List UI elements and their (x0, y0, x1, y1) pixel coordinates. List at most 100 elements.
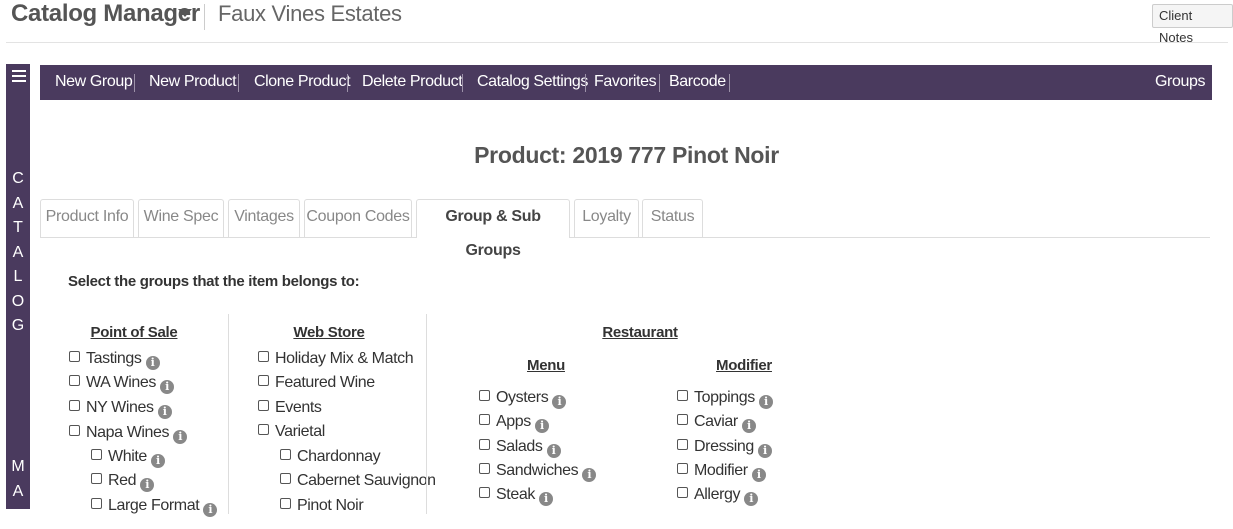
header-divider-line (6, 42, 1228, 43)
list-item[interactable]: Varietal (258, 421, 325, 443)
header-divider (204, 4, 205, 30)
checkbox[interactable] (69, 374, 80, 386)
list-item[interactable]: Modifier i (677, 460, 766, 482)
info-icon[interactable]: i (552, 395, 567, 409)
checkbox[interactable] (479, 389, 490, 401)
info-icon[interactable]: i (173, 430, 188, 444)
info-icon[interactable]: i (751, 468, 766, 482)
list-item[interactable]: NY Wines i (69, 397, 172, 419)
checkbox[interactable] (258, 399, 269, 411)
info-icon[interactable]: i (744, 492, 759, 506)
list-item[interactable]: WA Wines i (69, 372, 174, 394)
checkbox[interactable] (280, 472, 291, 484)
clone-product-button[interactable]: Clone Product (254, 65, 351, 100)
list-item[interactable]: Cabernet Sauvignon (280, 470, 436, 492)
checkbox[interactable] (280, 497, 291, 509)
side-label-letter: N (12, 507, 24, 524)
catalog-settings-button[interactable]: Catalog Settings (477, 65, 588, 100)
checkbox[interactable] (280, 448, 291, 460)
list-item[interactable]: Tastings i (69, 348, 160, 370)
checkbox-label: Caviar (694, 413, 738, 430)
list-item[interactable]: Dressing i (677, 436, 772, 458)
list-item[interactable]: Allergy i (677, 484, 759, 506)
tab-wine-spec[interactable]: Wine Spec (138, 199, 224, 237)
list-item[interactable]: Sandwiches i (479, 460, 597, 482)
list-item[interactable]: Toppings i (677, 387, 773, 409)
list-item[interactable]: White i (91, 446, 165, 468)
info-icon[interactable]: i (741, 419, 756, 433)
toolbar-separator (134, 74, 135, 92)
checkbox[interactable] (258, 350, 269, 362)
new-group-button[interactable]: New Group (55, 65, 133, 100)
tab-status[interactable]: Status (642, 199, 703, 237)
checkbox[interactable] (69, 399, 80, 411)
new-product-button[interactable]: New Product (149, 65, 237, 100)
info-icon[interactable]: i (150, 454, 165, 468)
list-item[interactable]: Napa Wines i (69, 422, 188, 444)
favorites-button[interactable]: Favorites (594, 65, 657, 100)
info-icon[interactable]: i (145, 356, 160, 370)
list-item[interactable]: Chardonnay (280, 446, 381, 468)
info-icon[interactable]: i (582, 468, 597, 482)
checkbox[interactable] (258, 374, 269, 386)
tab-coupon-codes[interactable]: Coupon Codes (304, 199, 412, 237)
side-label-letter: T (13, 219, 23, 236)
barcode-button[interactable]: Barcode (669, 65, 726, 100)
checkbox[interactable] (677, 413, 688, 425)
checkbox[interactable] (91, 448, 102, 460)
side-label-letter: A (12, 194, 24, 212)
list-item[interactable]: Steak i (479, 484, 553, 506)
info-icon[interactable]: i (203, 503, 218, 517)
info-icon[interactable]: i (157, 405, 172, 419)
delete-product-button[interactable]: Delete Product (362, 65, 463, 100)
checkbox[interactable] (479, 486, 490, 498)
list-item[interactable]: Pinot Noir (280, 495, 364, 517)
list-item[interactable]: Featured Wine (258, 372, 375, 394)
checkbox[interactable] (677, 438, 688, 450)
app-title-menu[interactable]: Catalog Manager (11, 0, 200, 28)
list-item[interactable]: Salads i (479, 436, 561, 458)
tab-vintages[interactable]: Vintages (228, 199, 300, 237)
checkbox[interactable] (479, 413, 490, 425)
info-icon[interactable]: i (140, 478, 155, 492)
checkbox-label: Steak (496, 486, 535, 503)
tab-loyalty[interactable]: Loyalty (574, 199, 639, 237)
tab-product-info[interactable]: Product Info (40, 199, 134, 237)
info-icon[interactable]: i (534, 419, 549, 433)
info-icon[interactable]: i (757, 444, 772, 458)
checkbox-label: Chardonnay (297, 448, 381, 465)
hamburger-menu-icon[interactable] (12, 70, 26, 85)
client-notes-button[interactable]: Client Notes (1152, 4, 1233, 45)
info-icon[interactable]: i (546, 444, 561, 458)
checkbox[interactable] (258, 423, 269, 435)
checkbox-label: Varietal (275, 423, 325, 440)
side-label-manager: MAN (9, 455, 27, 529)
checkbox[interactable] (677, 486, 688, 498)
checkbox[interactable] (479, 462, 490, 474)
list-item[interactable]: Large Format i (91, 495, 218, 517)
checkbox[interactable] (677, 389, 688, 401)
toolbar-separator (238, 74, 239, 92)
checkbox[interactable] (479, 438, 490, 450)
side-label-letter: C (12, 170, 24, 187)
list-item[interactable]: Events (258, 397, 322, 419)
groups-button[interactable]: Groups (1155, 65, 1205, 100)
info-icon[interactable]: i (160, 380, 174, 394)
tab-group-sub-groups[interactable]: Group & Sub Groups (416, 199, 570, 259)
caret-down-icon[interactable] (178, 9, 192, 17)
checkbox[interactable] (69, 350, 80, 362)
list-item[interactable]: Red i (91, 470, 155, 492)
checkbox[interactable] (91, 472, 102, 484)
checkbox[interactable] (677, 462, 688, 474)
list-item[interactable]: Holiday Mix & Match (258, 348, 414, 370)
list-item[interactable]: Apps i (479, 411, 549, 433)
checkbox[interactable] (91, 497, 102, 509)
side-label-letter: M (11, 458, 25, 475)
list-item[interactable]: Oysters i (479, 387, 567, 409)
list-item[interactable]: Caviar i (677, 411, 756, 433)
info-icon[interactable]: i (538, 492, 553, 506)
side-label-letter: A (12, 243, 24, 261)
info-icon[interactable]: i (758, 395, 773, 409)
checkbox[interactable] (69, 424, 80, 436)
checkbox-label: Cabernet Sauvignon (297, 472, 436, 489)
